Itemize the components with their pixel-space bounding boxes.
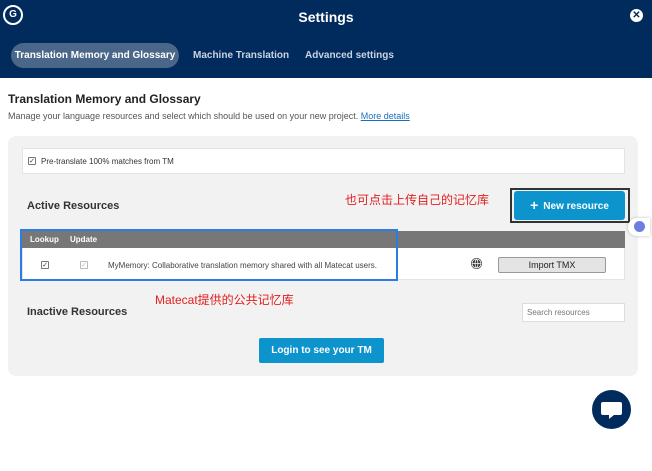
plus-icon: + — [530, 197, 539, 213]
inactive-resources-heading: Inactive Resources — [27, 306, 128, 318]
more-details-link[interactable]: More details — [361, 111, 410, 121]
pretranslate-label: Pre-translate 100% matches from TM — [41, 157, 174, 166]
close-icon[interactable]: ✕ — [630, 9, 643, 22]
user-icon — [634, 221, 645, 232]
login-button[interactable]: Login to see your TM — [259, 338, 384, 363]
mymemory-highlight-frame — [20, 229, 398, 281]
side-widget[interactable] — [628, 218, 650, 236]
description-text: Manage your language resources and selec… — [8, 111, 359, 121]
new-resource-annotation: 也可点击上传自己的记忆库 — [345, 193, 490, 207]
pretranslate-checkbox[interactable]: ✓ — [28, 157, 36, 165]
tab-advanced-settings[interactable]: Advanced settings — [305, 43, 394, 68]
new-resource-button[interactable]: + New resource — [514, 191, 625, 220]
chat-bubble-icon — [601, 402, 622, 419]
import-tmx-button[interactable]: Import TMX — [498, 257, 606, 273]
settings-header: G Settings ✕ Translation Memory and Glos… — [0, 0, 652, 78]
globe-icon[interactable] — [471, 258, 482, 269]
section-heading: Translation Memory and Glossary — [8, 92, 201, 106]
new-resource-label: New resource — [543, 201, 609, 212]
section-description: Manage your language resources and selec… — [8, 111, 410, 121]
mymemory-annotation: Matecat提供的公共记忆库 — [155, 293, 294, 307]
search-resources-input[interactable] — [522, 303, 625, 322]
active-resources-heading: Active Resources — [27, 200, 120, 212]
page-title: Settings — [298, 9, 354, 25]
chat-button[interactable] — [592, 390, 631, 429]
tab-machine-translation[interactable]: Machine Translation — [193, 43, 289, 68]
tab-translation-memory[interactable]: Translation Memory and Glossary — [11, 43, 179, 68]
